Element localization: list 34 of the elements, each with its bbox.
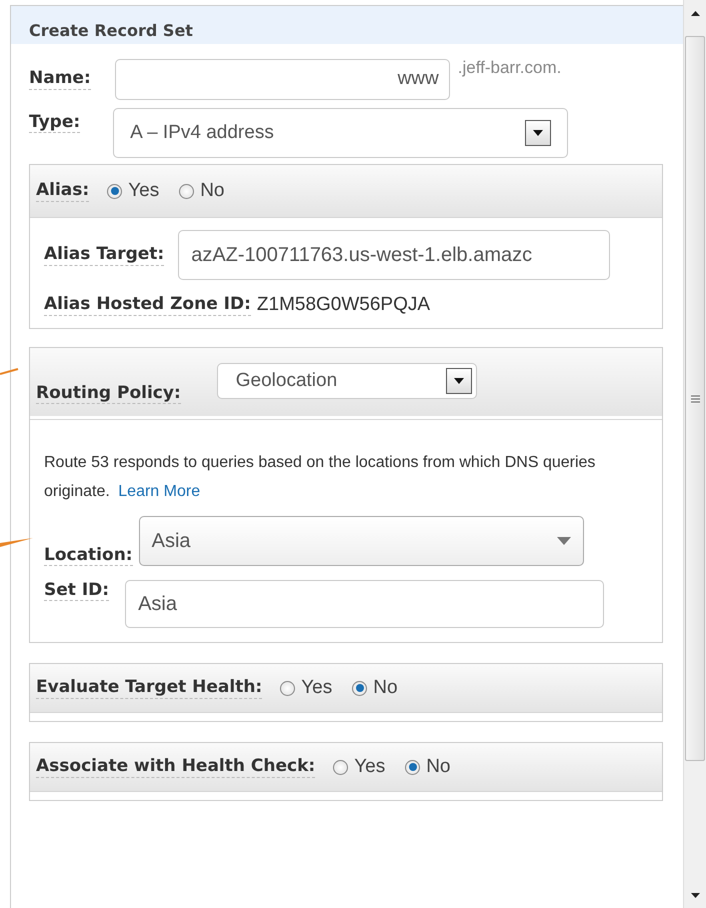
radio-option[interactable]: Yes	[333, 756, 386, 778]
type-select[interactable]: A – IPv4 address	[113, 108, 568, 158]
field-label: Alias Hosted Zone ID:	[44, 294, 251, 316]
field-label: Evaluate Target Health:	[36, 677, 262, 699]
grip-icon	[690, 394, 700, 402]
learn-more-link[interactable]: Learn More	[118, 483, 200, 500]
field-label: Location:	[44, 544, 133, 566]
field-label: Name:	[29, 68, 91, 90]
radio-option[interactable]: Yes	[107, 180, 160, 202]
field-label: Alias Target:	[44, 244, 164, 266]
field-label: Alias:	[36, 180, 90, 202]
leader-line	[0, 536, 34, 548]
field-label: Type:	[29, 112, 80, 134]
field-label: Set ID:	[44, 580, 110, 602]
leader-line	[0, 366, 20, 376]
zone-id-value: Z1M58G0W56PQJA	[256, 294, 430, 316]
description-text: Route 53 responds to queries based on the locations from which DNS queries originate. Learn More	[44, 453, 596, 502]
scrollbar[interactable]	[683, 0, 706, 908]
set-id-field[interactable]: Asia	[125, 580, 604, 628]
radio-option[interactable]: No	[405, 756, 450, 778]
location-select[interactable]: Asia	[138, 516, 584, 566]
name-field[interactable]: www	[114, 58, 450, 100]
radio-option[interactable]: Yes	[280, 677, 332, 699]
scroll-up-icon	[690, 10, 700, 16]
scroll-down-icon	[690, 892, 700, 898]
domain-suffix: .jeff-barr.com.	[458, 58, 562, 78]
field-label: Associate with Health Check:	[36, 756, 316, 778]
field-label: Routing Policy:	[36, 382, 181, 404]
routing-policy-select[interactable]: Geolocation	[216, 363, 477, 399]
radio-option[interactable]: No	[179, 180, 224, 202]
alias-target-field[interactable]: azAZ-100711763.us-west-1.elb.amazc	[178, 230, 610, 280]
panel-title: Create Record Set	[29, 21, 193, 40]
caret-icon	[556, 537, 571, 545]
radio-option[interactable]: No	[352, 677, 398, 699]
